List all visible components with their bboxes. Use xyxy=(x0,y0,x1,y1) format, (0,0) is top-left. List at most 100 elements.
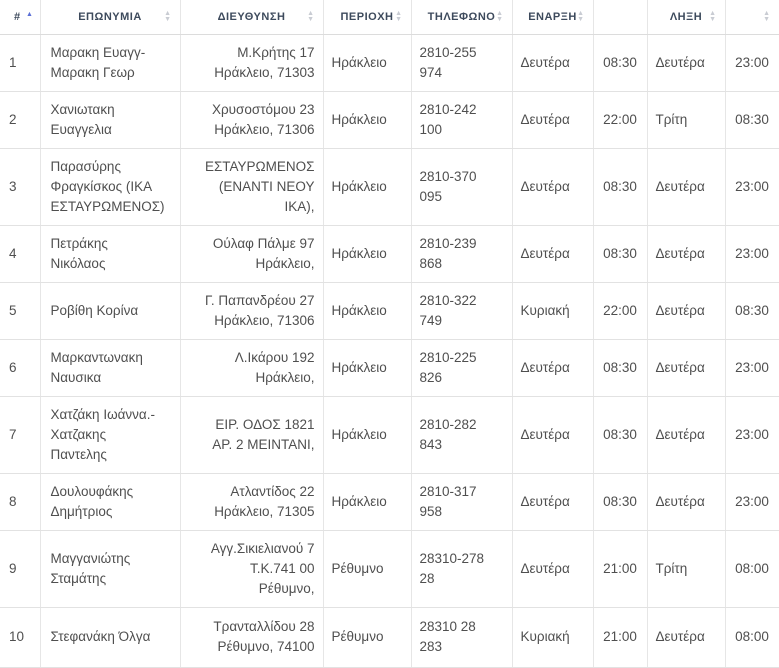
cell-address-line: Ρέθυμνο, xyxy=(258,580,315,596)
cell-start-time: 08:30 xyxy=(593,225,648,283)
header-col-end-day[interactable]: ΛΗΞΗ ▲ ▼ xyxy=(647,0,726,35)
cell-name-line: Μαρκαντωνακη xyxy=(50,349,143,365)
cell-end-time: 23:00 xyxy=(725,396,779,474)
cell-address-line: Ηράκλειο, xyxy=(255,255,315,271)
cell-address-line: Ρέθυμνο, 74100 xyxy=(217,639,315,654)
header-col-start-time[interactable] xyxy=(593,0,648,35)
cell-address-line: Ηράκλειο, 71303 xyxy=(214,64,315,80)
header-col-name[interactable]: ΕΠΩΝΥΜΙΑ ▲ ▼ xyxy=(40,0,181,35)
cell-phone: 2810-225 826 xyxy=(411,339,513,397)
cell-start-day: Κυριακή xyxy=(512,282,594,340)
cell-phone-line: 2810-225 xyxy=(419,349,477,365)
cell-index: 8 xyxy=(0,473,41,531)
cell-end-day: Δευτέρα xyxy=(647,473,726,531)
cell-address: Ατλαντίδος 22 Ηράκλειο, 71305 xyxy=(180,473,324,531)
table-row[interactable]: 7 Χατζάκη Ιωάννα.- Χατζακης Παντελης ΕΙΡ. ΟΔ… xyxy=(0,396,779,474)
cell-area: Ηράκλειο xyxy=(323,396,412,474)
cell-end-day: Δευτέρα xyxy=(647,34,726,92)
cell-name-line: Πετράκης xyxy=(50,235,108,251)
cell-end-time: 23:00 xyxy=(725,339,779,397)
cell-address-line: Λ.Ικάρου 192 xyxy=(234,349,315,365)
cell-phone: 2810-255 974 xyxy=(411,34,513,92)
cell-phone-line: 749 xyxy=(419,312,443,328)
cell-address: ΕΙΡ. ΟΔΟΣ 1821 ΑΡ. 2 ΜΕΙΝΤΑΝΙ, xyxy=(180,396,324,474)
cell-address: Γ. Παπανδρέου 27 Ηράκλειο, 71306 xyxy=(180,282,324,340)
header-label: ΤΗΛΕΦΩΝΟ xyxy=(427,10,496,23)
cell-address-line: ΕΣΤΑΥΡΩΜΕΝΟΣ xyxy=(204,158,315,174)
cell-name-line: Μαγγανιώτης xyxy=(50,550,131,566)
cell-address-line: ΑΡ. 2 ΜΕΙΝΤΑΝΙ, xyxy=(212,436,315,452)
cell-address-line: ΙΚΑ), xyxy=(284,198,315,214)
cell-end-time: 23:00 xyxy=(725,34,779,92)
cell-index: 6 xyxy=(0,339,41,397)
table-row[interactable]: 6 Μαρκαντωνακη Ναυσικα Λ.Ικάρου 192 Ηράκλειο… xyxy=(0,339,779,397)
cell-address-line: Χρυσοστόμου 23 xyxy=(211,101,315,117)
cell-end-day: Δευτέρα xyxy=(647,282,726,340)
cell-start-time: 21:00 xyxy=(593,530,648,608)
sort-icon[interactable]: ▲ ▼ xyxy=(763,10,770,23)
cell-phone-line: 100 xyxy=(419,121,443,137)
cell-phone-line: 283 xyxy=(419,639,443,654)
cell-address: Λ.Ικάρου 192 Ηράκλειο, xyxy=(180,339,324,397)
header-label: # xyxy=(14,10,21,23)
cell-name-line: Φραγκίσκος (ΙΚΑ xyxy=(50,178,153,194)
sort-icon[interactable]: ▲ ▼ xyxy=(577,10,584,23)
cell-end-day: Δευτέρα xyxy=(647,607,726,668)
cell-phone-line: 2810-255 xyxy=(419,44,477,60)
table-row[interactable]: 3 Παρασύρης Φραγκίσκος (ΙΚΑ ΕΣΤΑΥΡΩΜΕΝΟΣ) ΕΣ… xyxy=(0,148,779,226)
table-row[interactable]: 4 Πετράκης Νικόλαος Ούλαφ Πάλμε 97 Ηράκλειο,… xyxy=(0,225,779,283)
cell-start-day: Δευτέρα xyxy=(512,339,594,397)
table-row[interactable]: 8 Δουλουφάκης Δημήτριος Ατλαντίδος 22 Ηράκλε… xyxy=(0,473,779,531)
cell-index: 4 xyxy=(0,225,41,283)
sort-icon[interactable]: ▲ ▼ xyxy=(307,10,314,23)
cell-phone-line: 868 xyxy=(419,255,443,271)
cell-index: 3 xyxy=(0,148,41,226)
cell-address-line: Ηράκλειο, xyxy=(255,369,315,385)
cell-address-line: Τρανταλλίδου 28 xyxy=(213,619,315,634)
header-col-index[interactable]: # ▲ xyxy=(0,0,41,35)
sort-icon[interactable]: ▲ ▼ xyxy=(709,10,716,23)
cell-phone-line: 974 xyxy=(419,64,443,80)
sort-icon[interactable]: ▲ ▼ xyxy=(164,10,171,23)
header-label: ΠΕΡΙΟΧΗ xyxy=(340,10,394,23)
header-label: ΛΗΞΗ xyxy=(669,10,703,23)
table-row[interactable]: 2 Χανιωτακη Ευαγγελια Χρυσοστόμου 23 Ηράκλει… xyxy=(0,91,779,149)
cell-phone-line: 826 xyxy=(419,369,443,385)
cell-phone: 2810-317 958 xyxy=(411,473,513,531)
cell-phone-line: 28310 28 xyxy=(419,619,476,634)
sort-icon[interactable]: ▲ ▼ xyxy=(496,10,503,23)
cell-end-time: 23:00 xyxy=(725,225,779,283)
sort-icon[interactable]: ▲ xyxy=(26,11,33,18)
cell-index: 10 xyxy=(0,607,41,668)
cell-phone-line: 2810-239 xyxy=(419,235,477,251)
pharmacy-table: # ▲ ΕΠΩΝΥΜΙΑ ▲ ▼ ΔΙΕΥΘΥΝΣΗ ▲ ▼ ΠΕΡΙΟΧΗ ▲ ▼ ΤΗΛΕΦΩΝΟ… xyxy=(0,0,779,668)
cell-end-time: 23:00 xyxy=(725,148,779,226)
cell-address-line: Ατλαντίδος 22 xyxy=(230,483,315,499)
cell-start-day: Δευτέρα xyxy=(512,91,594,149)
cell-name-line: ΕΣΤΑΥΡΩΜΕΝΟΣ) xyxy=(50,198,165,214)
cell-phone-line: 28 xyxy=(419,570,435,586)
cell-name-line: Δημήτριος xyxy=(50,503,113,519)
cell-end-day: Δευτέρα xyxy=(647,339,726,397)
cell-start-day: Δευτέρα xyxy=(512,396,594,474)
header-col-area[interactable]: ΠΕΡΙΟΧΗ ▲ ▼ xyxy=(323,0,412,35)
header-col-start-day[interactable]: ΕΝΑΡΞΗ ▲ ▼ xyxy=(512,0,594,35)
cell-area: Ηράκλειο xyxy=(323,473,412,531)
table-row[interactable]: 5 Ροβίθη Κορίνα Γ. Παπανδρέου 27 Ηράκλειο, … xyxy=(0,282,779,340)
table-header-row: # ▲ ΕΠΩΝΥΜΙΑ ▲ ▼ ΔΙΕΥΘΥΝΣΗ ▲ ▼ ΠΕΡΙΟΧΗ ▲ ▼ ΤΗΛΕΦΩΝΟ… xyxy=(0,0,779,35)
table-row[interactable]: 9 Μαγγανιώτης Σταμάτης Αγγ.Σικιελιανού 7 Τ.Κ… xyxy=(0,530,779,608)
table-body: 1 Μαρακη Ευαγγ- Μαρακη Γεωρ Μ.Κρήτης 17 Ηράκ… xyxy=(0,34,779,668)
cell-address-line: Ηράκλειο, 71306 xyxy=(214,121,315,137)
header-col-address[interactable]: ΔΙΕΥΘΥΝΣΗ ▲ ▼ xyxy=(180,0,324,35)
cell-name: Χατζάκη Ιωάννα.- Χατζακης Παντελης xyxy=(40,396,181,474)
cell-name-line: Μαρακη Ευαγγ- xyxy=(50,44,146,60)
header-col-end-time[interactable]: ▲ ▼ xyxy=(725,0,779,35)
table-row[interactable]: 1 Μαρακη Ευαγγ- Μαρακη Γεωρ Μ.Κρήτης 17 Ηράκ… xyxy=(0,34,779,92)
table-row[interactable]: 10 Στεφανάκη Όλγα Τρανταλλίδου 28 Ρέθυμνο, … xyxy=(0,607,779,668)
sort-icon[interactable]: ▲ ▼ xyxy=(395,10,402,23)
header-col-phone[interactable]: ΤΗΛΕΦΩΝΟ ▲ ▼ xyxy=(411,0,513,35)
cell-phone: 2810-370 095 xyxy=(411,148,513,226)
cell-start-day: Δευτέρα xyxy=(512,225,594,283)
cell-start-time: 08:30 xyxy=(593,148,648,226)
cell-phone: 28310 28 283 xyxy=(411,607,513,668)
